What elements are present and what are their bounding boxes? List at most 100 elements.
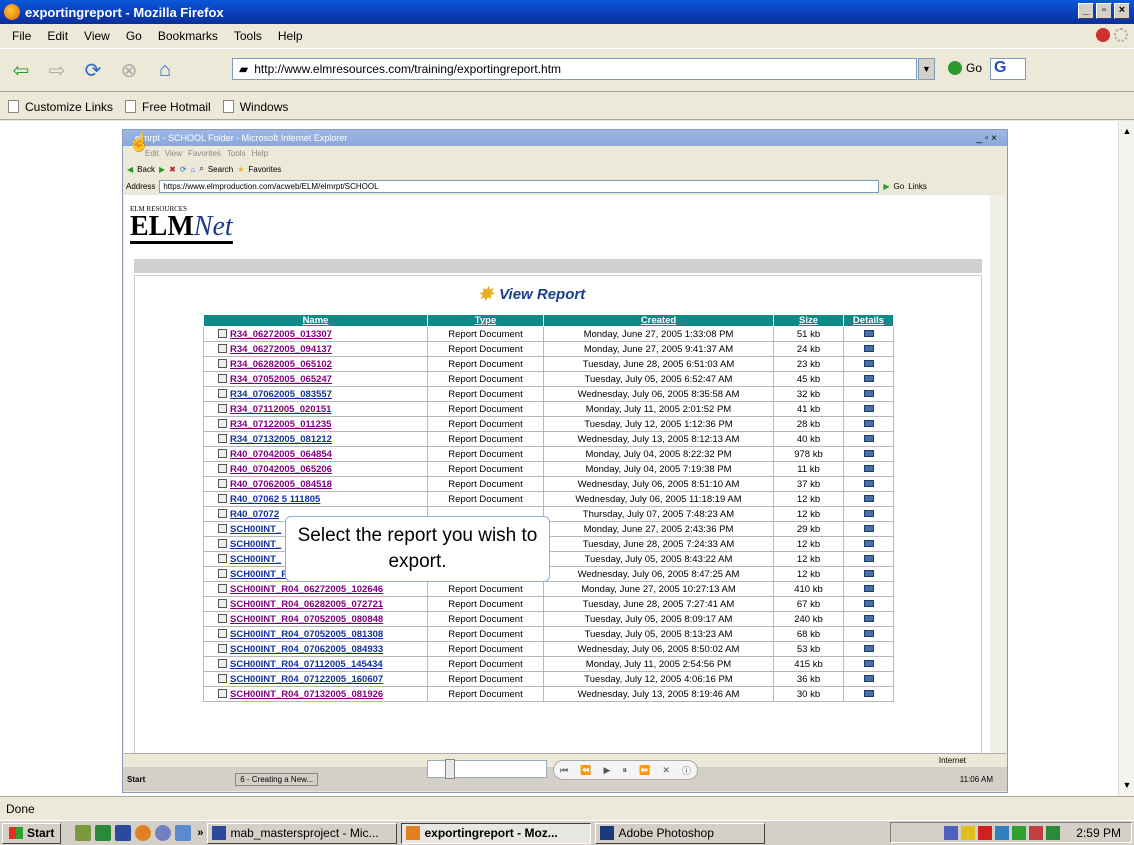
menu-go[interactable]: Go xyxy=(118,29,150,43)
report-link[interactable]: R34_07062005_083557 xyxy=(230,389,332,400)
report-link[interactable]: R34_06282005_065102 xyxy=(230,359,332,370)
details-icon[interactable] xyxy=(863,434,874,442)
menu-help[interactable]: Help xyxy=(270,29,311,43)
report-link[interactable]: R34_07122005_011235 xyxy=(230,419,331,430)
report-link[interactable]: SCH00INT_ xyxy=(230,539,281,550)
playback-seek-slider[interactable] xyxy=(427,759,547,779)
details-icon[interactable] xyxy=(863,494,874,502)
report-link[interactable]: SCH00INT_R04_07052005_081308 xyxy=(230,629,383,640)
details-icon[interactable] xyxy=(863,524,874,532)
tray-icon[interactable] xyxy=(1046,825,1061,840)
details-icon[interactable] xyxy=(863,584,874,592)
details-icon[interactable] xyxy=(863,644,874,652)
report-link[interactable]: R34_06272005_013307 xyxy=(230,329,332,340)
quick-launch-desktop-icon[interactable] xyxy=(75,825,92,841)
column-header-size[interactable]: Size xyxy=(773,314,844,327)
home-button[interactable]: ⌂ xyxy=(150,55,180,85)
menu-file[interactable]: File xyxy=(4,29,39,43)
details-icon[interactable] xyxy=(863,674,874,682)
details-icon[interactable] xyxy=(863,449,874,457)
report-link[interactable]: SCH00INT_R04_07062005_084933 xyxy=(230,644,383,655)
report-link[interactable]: SCH00INT_ xyxy=(230,554,281,565)
details-icon[interactable] xyxy=(863,659,874,667)
scroll-down-icon[interactable]: ▼ xyxy=(1119,777,1134,793)
back-button[interactable]: ⇦ xyxy=(6,55,36,85)
vertical-scrollbar[interactable]: ▲ ▼ xyxy=(1118,121,1134,796)
details-icon[interactable] xyxy=(863,359,874,367)
quick-launch-firefox-icon[interactable] xyxy=(135,825,152,841)
report-link[interactable]: R34_06272005_094137 xyxy=(230,344,332,355)
close-button[interactable]: × xyxy=(1114,3,1130,19)
details-icon[interactable] xyxy=(863,329,874,337)
report-link[interactable]: SCH00INT_R04_06282005_072721 xyxy=(230,599,383,610)
seek-thumb[interactable] xyxy=(445,759,455,779)
tray-icon[interactable] xyxy=(944,825,959,840)
scroll-up-icon[interactable]: ▲ xyxy=(1119,123,1134,139)
quick-launch-media-icon[interactable] xyxy=(175,825,192,841)
report-link[interactable]: R40_07042005_064854 xyxy=(230,449,332,460)
stop-playback-icon[interactable]: ✕ xyxy=(662,765,670,776)
report-link[interactable]: R34_07132005_081212 xyxy=(230,434,332,445)
details-icon[interactable] xyxy=(863,389,874,397)
quick-launch-app-icon[interactable] xyxy=(155,825,172,841)
menu-tools[interactable]: Tools xyxy=(226,29,270,43)
column-header-type[interactable]: Type xyxy=(427,314,544,327)
go-button[interactable]: Go xyxy=(948,61,982,75)
report-link[interactable]: R40_07062 5 111805 xyxy=(230,494,320,505)
report-link[interactable]: SCH00INT_ xyxy=(230,524,281,535)
column-header-details[interactable]: Details xyxy=(843,314,894,327)
url-dropdown-button[interactable]: ▼ xyxy=(918,58,935,80)
maximize-button[interactable]: ▫ xyxy=(1096,3,1112,19)
stop-button[interactable]: ⊗ xyxy=(114,55,144,85)
quick-launch-excel-icon[interactable] xyxy=(95,825,112,841)
bookmark-windows[interactable]: Windows xyxy=(222,100,288,114)
report-link[interactable]: SCH00INT_R04_07112005_145434 xyxy=(230,659,383,670)
taskbar-task-button[interactable]: exportingreport - Moz... xyxy=(401,822,592,844)
report-link[interactable]: SCH00INT_R04_07052005_080848 xyxy=(230,614,383,625)
url-bar[interactable]: ▰ http://www.elmresources.com/training/e… xyxy=(232,58,917,80)
reload-button[interactable]: ⟳ xyxy=(78,55,108,85)
report-link[interactable]: R34_07052005_065247 xyxy=(230,374,332,385)
report-link[interactable]: SCH00INT_R04_07132005_081926 xyxy=(230,689,383,700)
details-icon[interactable] xyxy=(863,629,874,637)
skip-back-icon[interactable]: ⏮ xyxy=(560,765,568,776)
report-link[interactable]: SCH00INT_R04_06272005_102646 xyxy=(230,584,383,595)
fast-forward-icon[interactable]: ⏩ xyxy=(639,765,650,776)
details-icon[interactable] xyxy=(863,554,874,562)
menu-bookmarks[interactable]: Bookmarks xyxy=(150,29,226,43)
info-icon[interactable]: ⓘ xyxy=(682,764,691,777)
column-header-created[interactable]: Created xyxy=(543,314,774,327)
details-icon[interactable] xyxy=(863,404,874,412)
menu-view[interactable]: View xyxy=(76,29,118,43)
bookmark-free-hotmail[interactable]: Free Hotmail xyxy=(125,100,211,114)
details-icon[interactable] xyxy=(863,689,874,697)
minimize-button[interactable]: _ xyxy=(1078,3,1094,19)
report-link[interactable]: SCH00INT_R04_07122005_160607 xyxy=(230,674,383,685)
details-icon[interactable] xyxy=(863,599,874,607)
details-icon[interactable] xyxy=(863,479,874,487)
menu-edit[interactable]: Edit xyxy=(39,29,76,43)
details-icon[interactable] xyxy=(863,344,874,352)
details-icon[interactable] xyxy=(863,509,874,517)
taskbar-task-button[interactable]: mab_mastersproject - Mic... xyxy=(207,822,398,844)
rewind-icon[interactable]: ⏪ xyxy=(580,765,591,776)
details-icon[interactable] xyxy=(863,419,874,427)
report-link[interactable]: R40_07042005_065206 xyxy=(230,464,332,475)
report-link[interactable]: R40_07072 xyxy=(230,509,279,520)
details-icon[interactable] xyxy=(863,569,874,577)
play-icon[interactable]: ▶ xyxy=(603,765,610,776)
column-header-name[interactable]: Name xyxy=(203,314,428,327)
forward-button[interactable]: ⇨ xyxy=(42,55,72,85)
details-icon[interactable] xyxy=(863,539,874,547)
tray-icon[interactable] xyxy=(995,825,1010,840)
tray-icon[interactable] xyxy=(961,825,976,840)
report-link[interactable]: R34_07112005_020151 xyxy=(230,404,331,415)
quick-launch-word-icon[interactable] xyxy=(115,825,132,841)
bookmark-customize-links[interactable]: Customize Links xyxy=(8,100,113,114)
tray-icon[interactable] xyxy=(978,825,993,840)
taskbar-task-button[interactable]: Adobe Photoshop xyxy=(595,822,766,844)
details-icon[interactable] xyxy=(863,374,874,382)
search-box[interactable]: G xyxy=(990,58,1026,80)
pause-icon[interactable]: ⏸ xyxy=(622,765,627,776)
report-link[interactable]: R40_07062005_084518 xyxy=(230,479,332,490)
